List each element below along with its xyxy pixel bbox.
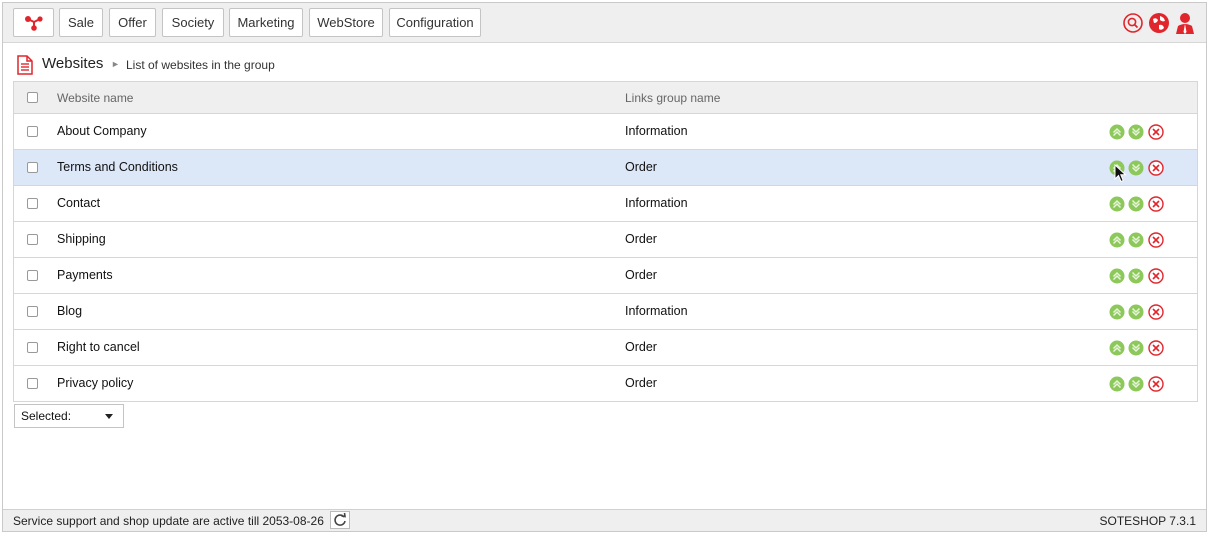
table-row[interactable]: Payments Order [14,258,1197,294]
move-down-icon[interactable] [1128,376,1144,392]
table-row[interactable]: Terms and Conditions Order [14,150,1197,186]
row-checkbox[interactable] [27,234,38,245]
soteshop-logo-icon [24,16,43,31]
row-checkbox[interactable] [27,342,38,353]
move-down-icon[interactable] [1128,160,1144,176]
links-group-name: Information [625,304,688,318]
website-name-link[interactable]: Terms and Conditions [57,160,178,174]
links-group-name: Order [625,160,657,174]
user-icon[interactable] [1174,12,1196,34]
bulk-action-select[interactable]: Selected: [14,404,124,428]
row-actions [1108,196,1168,212]
support-status-text: Service support and shop update are acti… [13,514,324,528]
website-name-link[interactable]: Right to cancel [57,340,140,354]
refresh-icon [334,512,346,526]
move-up-icon[interactable] [1109,268,1125,284]
links-group-name: Order [625,232,657,246]
delete-icon[interactable] [1148,160,1164,176]
move-down-icon[interactable] [1128,232,1144,248]
breadcrumb: Websites ► List of websites in the group [17,53,617,77]
document-icon [17,55,33,75]
delete-icon[interactable] [1148,340,1164,356]
move-up-icon[interactable] [1109,304,1125,320]
move-down-icon[interactable] [1128,340,1144,356]
delete-icon[interactable] [1148,124,1164,140]
row-checkbox[interactable] [27,126,38,137]
move-down-icon[interactable] [1128,124,1144,140]
links-group-name: Order [625,340,657,354]
nav-offer-button[interactable]: Offer [109,8,156,37]
nav-webstore-button[interactable]: WebStore [309,8,383,37]
breadcrumb-current: List of websites in the group [126,58,275,72]
top-navigation-bar: Sale Offer Society Marketing WebStore Co… [3,3,1206,43]
row-checkbox[interactable] [27,198,38,209]
website-name-link[interactable]: About Company [57,124,147,138]
mouse-pointer-icon [1114,164,1127,183]
row-checkbox[interactable] [27,306,38,317]
row-actions [1108,340,1168,356]
table-row[interactable]: Shipping Order [14,222,1197,258]
top-right-icons [1122,12,1198,34]
move-up-icon[interactable] [1109,124,1125,140]
move-down-icon[interactable] [1128,196,1144,212]
select-all-checkbox[interactable] [27,92,38,103]
website-name-link[interactable]: Payments [57,268,113,282]
caret-down-icon [105,414,113,419]
links-group-name: Information [625,196,688,210]
table-row[interactable]: Privacy policy Order [14,366,1197,401]
website-name-link[interactable]: Privacy policy [57,376,133,390]
home-logo-button[interactable] [13,8,54,37]
move-up-icon[interactable] [1109,196,1125,212]
breadcrumb-separator: ► [111,59,120,69]
nav-marketing-button[interactable]: Marketing [229,8,303,37]
table-row[interactable]: Right to cancel Order [14,330,1197,366]
delete-icon[interactable] [1148,304,1164,320]
website-name-link[interactable]: Contact [57,196,100,210]
globe-icon[interactable] [1148,12,1170,34]
nav-configuration-button[interactable]: Configuration [389,8,481,37]
nav-sale-button[interactable]: Sale [59,8,103,37]
column-header-links-group[interactable]: Links group name [625,91,720,105]
delete-icon[interactable] [1148,196,1164,212]
table-row[interactable]: Contact Information [14,186,1197,222]
row-actions [1108,232,1168,248]
move-down-icon[interactable] [1128,268,1144,284]
row-actions [1108,124,1168,140]
website-name-link[interactable]: Shipping [57,232,106,246]
website-name-link[interactable]: Blog [57,304,82,318]
status-footer: Service support and shop update are acti… [3,509,1206,531]
table-row[interactable]: Blog Information [14,294,1197,330]
row-actions [1108,376,1168,392]
bulk-action-label: Selected: [21,409,72,423]
links-group-name: Order [625,376,657,390]
move-up-icon[interactable] [1109,340,1125,356]
search-icon[interactable] [1122,12,1144,34]
app-window: Sale Offer Society Marketing WebStore Co… [2,2,1207,532]
row-checkbox[interactable] [27,162,38,173]
version-label: SOTESHOP 7.3.1 [1099,514,1197,528]
table-header: Website name Links group name [14,82,1197,114]
delete-icon[interactable] [1148,376,1164,392]
links-group-name: Order [625,268,657,282]
move-up-icon[interactable] [1109,232,1125,248]
links-group-name: Information [625,124,688,138]
page-title[interactable]: Websites [42,55,103,72]
row-checkbox[interactable] [27,270,38,281]
table-row[interactable]: About Company Information [14,114,1197,150]
move-down-icon[interactable] [1128,304,1144,320]
delete-icon[interactable] [1148,268,1164,284]
delete-icon[interactable] [1148,232,1164,248]
row-actions [1108,304,1168,320]
refresh-button[interactable] [330,511,350,529]
column-header-website-name[interactable]: Website name [57,91,133,105]
row-actions [1108,268,1168,284]
nav-society-button[interactable]: Society [162,8,224,37]
move-up-icon[interactable] [1109,376,1125,392]
websites-table: Website name Links group name About Comp… [13,81,1198,402]
row-checkbox[interactable] [27,378,38,389]
